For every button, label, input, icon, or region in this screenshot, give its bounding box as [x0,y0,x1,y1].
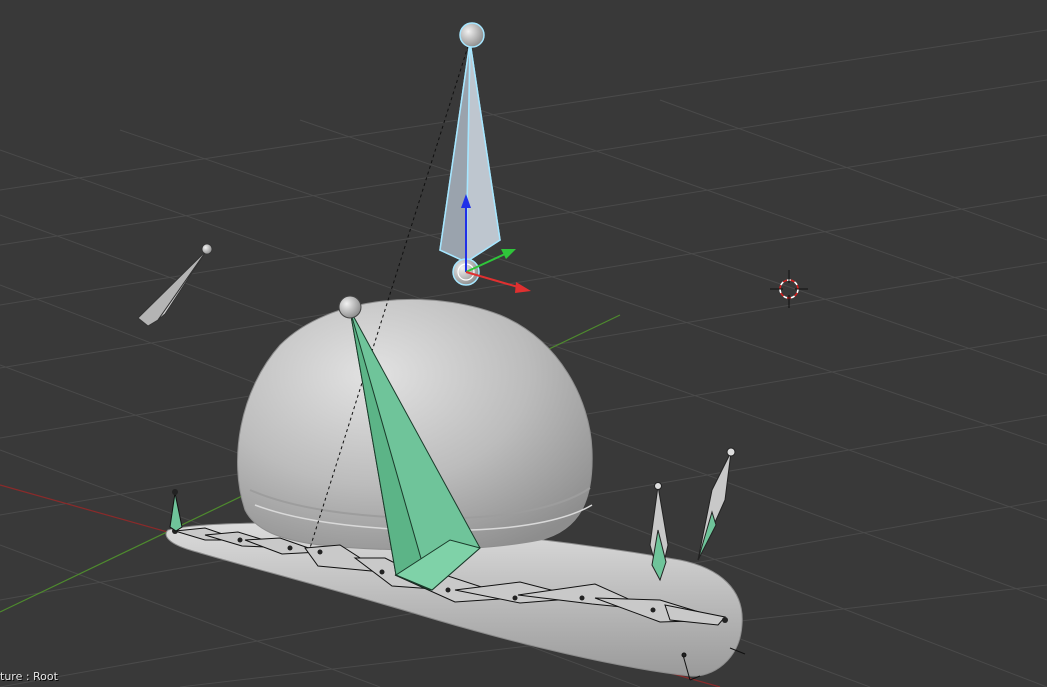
active-object-status-text: ture : Root [0,670,58,683]
eye-stalk-bone-right[interactable] [697,447,736,561]
root-bone-selected[interactable] [439,41,501,264]
3d-viewport[interactable]: ture : Root [0,0,1047,687]
shell-bone-head-joint[interactable] [338,295,362,319]
eye-stalk-bone-left[interactable] [649,482,669,582]
tail-bone[interactable] [169,489,183,532]
viewport-canvas[interactable] [0,0,1047,687]
3d-cursor-icon[interactable] [770,270,808,308]
target-bone-left[interactable] [137,243,213,327]
gizmo-x-arrow[interactable] [515,282,531,293]
root-bone-tip-joint[interactable] [459,22,485,48]
